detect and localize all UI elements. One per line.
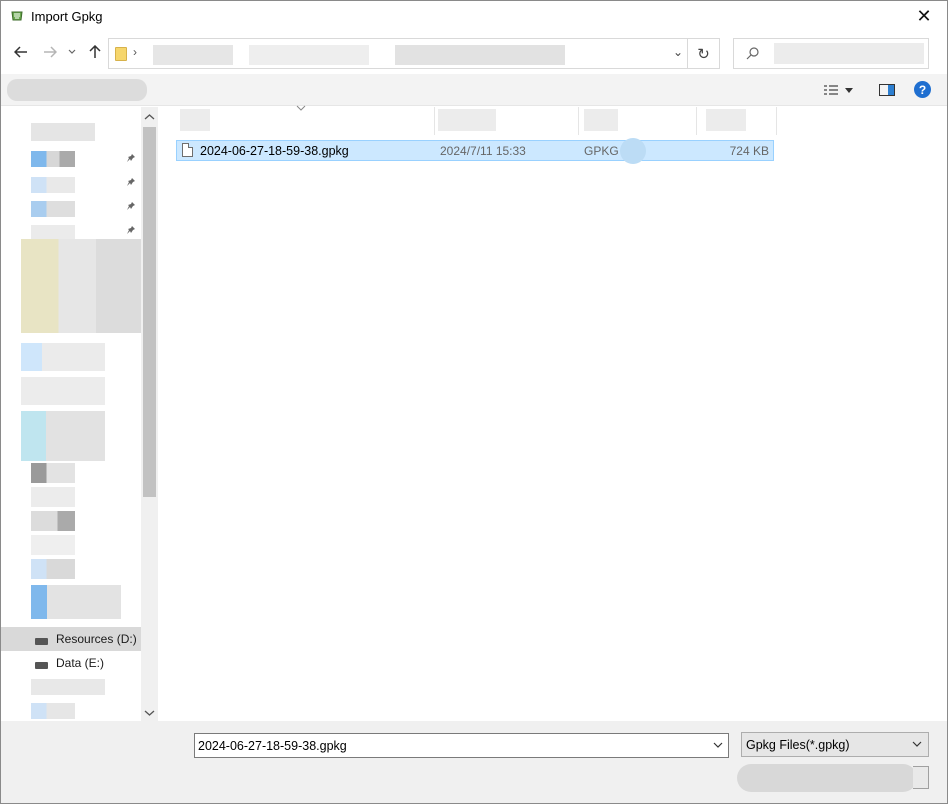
arrow-left-icon [14, 46, 27, 58]
open-cancel-buttons[interactable] [737, 764, 917, 792]
chevron-down-icon [68, 49, 76, 54]
file-row[interactable]: 2024-06-27-18-59-38.gpkg 2024/7/11 15:33… [176, 138, 774, 164]
caret-down-icon [845, 87, 853, 93]
breadcrumb-segment[interactable] [153, 45, 233, 65]
file-type-filter[interactable]: Gpkg Files(*.gpkg) [741, 732, 929, 757]
sort-descending-icon [296, 105, 306, 111]
recent-locations-button[interactable] [64, 41, 80, 63]
nav-item[interactable] [31, 679, 105, 695]
column-header-type[interactable] [584, 109, 618, 131]
pin-icon [126, 225, 136, 238]
chevron-down-icon[interactable] [713, 738, 723, 752]
back-button[interactable] [10, 41, 32, 63]
nav-item[interactable] [31, 487, 75, 507]
nav-item[interactable] [31, 585, 121, 619]
nav-item[interactable] [21, 377, 105, 405]
arrow-right-icon [44, 46, 57, 58]
folder-icon [115, 47, 127, 61]
sidebar-item-label: Resources (D:) [56, 632, 137, 646]
refresh-icon: ↻ [697, 45, 710, 63]
nav-item[interactable] [21, 239, 146, 333]
nav-item[interactable] [31, 559, 75, 579]
sidebar-item-label: Data (E:) [56, 656, 105, 670]
cancel-button[interactable] [913, 766, 929, 789]
nav-item[interactable] [31, 201, 75, 217]
breadcrumb-separator: › [133, 45, 137, 59]
file-type: GPKG [584, 144, 619, 158]
scroll-thumb[interactable] [143, 127, 156, 497]
nav-item[interactable] [31, 535, 75, 555]
column-header-size[interactable] [706, 109, 746, 131]
column-header-name[interactable] [180, 109, 210, 131]
preview-pane-icon [879, 84, 895, 96]
command-toolbar: ? [1, 74, 947, 106]
drive-icon [35, 661, 48, 669]
scroll-up-icon[interactable] [141, 109, 158, 125]
drive-icon [35, 637, 48, 645]
nav-item[interactable] [31, 463, 75, 483]
help-button[interactable]: ? [914, 81, 931, 98]
navigation-scrollbar[interactable] [141, 107, 158, 721]
close-icon: ✕ [916, 6, 932, 26]
column-divider[interactable] [776, 107, 777, 135]
sidebar-item-data-drive[interactable]: Data (E:) [1, 651, 141, 675]
column-headers [176, 105, 777, 135]
address-bar[interactable]: › ⌄ ↻ [108, 38, 720, 69]
search-input[interactable] [774, 43, 924, 64]
breadcrumb-segment[interactable] [395, 45, 565, 65]
column-divider[interactable] [696, 107, 697, 135]
breadcrumb-segment[interactable] [249, 45, 369, 65]
file-type-filter-label: Gpkg Files(*.gpkg) [746, 738, 850, 752]
close-button[interactable]: ✕ [901, 1, 947, 32]
file-modified-date: 2024/7/11 15:33 [440, 144, 526, 158]
filename-input[interactable] [198, 737, 703, 754]
nav-item[interactable] [31, 703, 75, 719]
window-title: Import Gpkg [31, 9, 103, 24]
file-name: 2024-06-27-18-59-38.gpkg [200, 144, 349, 158]
file-size: 724 KB [729, 144, 769, 158]
nav-item[interactable] [31, 511, 75, 531]
navigation-bar: › ⌄ ↻ [1, 35, 947, 71]
column-header-modified[interactable] [438, 109, 496, 131]
file-icon [182, 143, 193, 157]
import-gpkg-dialog: Import Gpkg ✕ › ⌄ ↻ ? Resources (D:) Dat… [0, 0, 948, 804]
dialog-footer: Gpkg Files(*.gpkg) [1, 721, 947, 803]
nav-item[interactable] [31, 123, 95, 141]
up-button[interactable] [84, 41, 106, 63]
organize-button[interactable] [7, 79, 147, 101]
nav-item[interactable] [31, 177, 75, 193]
column-divider[interactable] [434, 107, 435, 135]
search-box[interactable] [733, 38, 929, 69]
refresh-button[interactable]: ↻ [687, 39, 719, 68]
nav-item[interactable] [21, 411, 105, 461]
nav-item[interactable] [21, 343, 105, 371]
details-view-icon [824, 85, 838, 95]
app-icon [11, 11, 23, 21]
navigation-pane: Resources (D:) Data (E:) [1, 107, 158, 721]
filename-combobox[interactable] [194, 733, 729, 758]
help-icon: ? [918, 82, 927, 97]
preview-pane-button[interactable] [877, 80, 897, 100]
nav-item[interactable] [31, 151, 75, 167]
sidebar-item-resources-drive[interactable]: Resources (D:) [1, 627, 141, 651]
redacted-region [620, 138, 646, 164]
change-view-button[interactable] [823, 80, 853, 100]
file-list: 2024-06-27-18-59-38.gpkg 2024/7/11 15:33… [158, 105, 947, 721]
chevron-down-icon [912, 741, 922, 747]
forward-button[interactable] [39, 41, 61, 63]
pin-icon [126, 153, 136, 166]
scroll-down-icon[interactable] [141, 705, 158, 721]
pin-icon [126, 201, 136, 214]
arrow-up-icon [89, 45, 101, 58]
column-divider[interactable] [578, 107, 579, 135]
pin-icon [126, 177, 136, 190]
address-dropdown-icon[interactable]: ⌄ [673, 45, 683, 59]
search-icon [746, 47, 759, 60]
title-bar: Import Gpkg ✕ [1, 1, 947, 32]
